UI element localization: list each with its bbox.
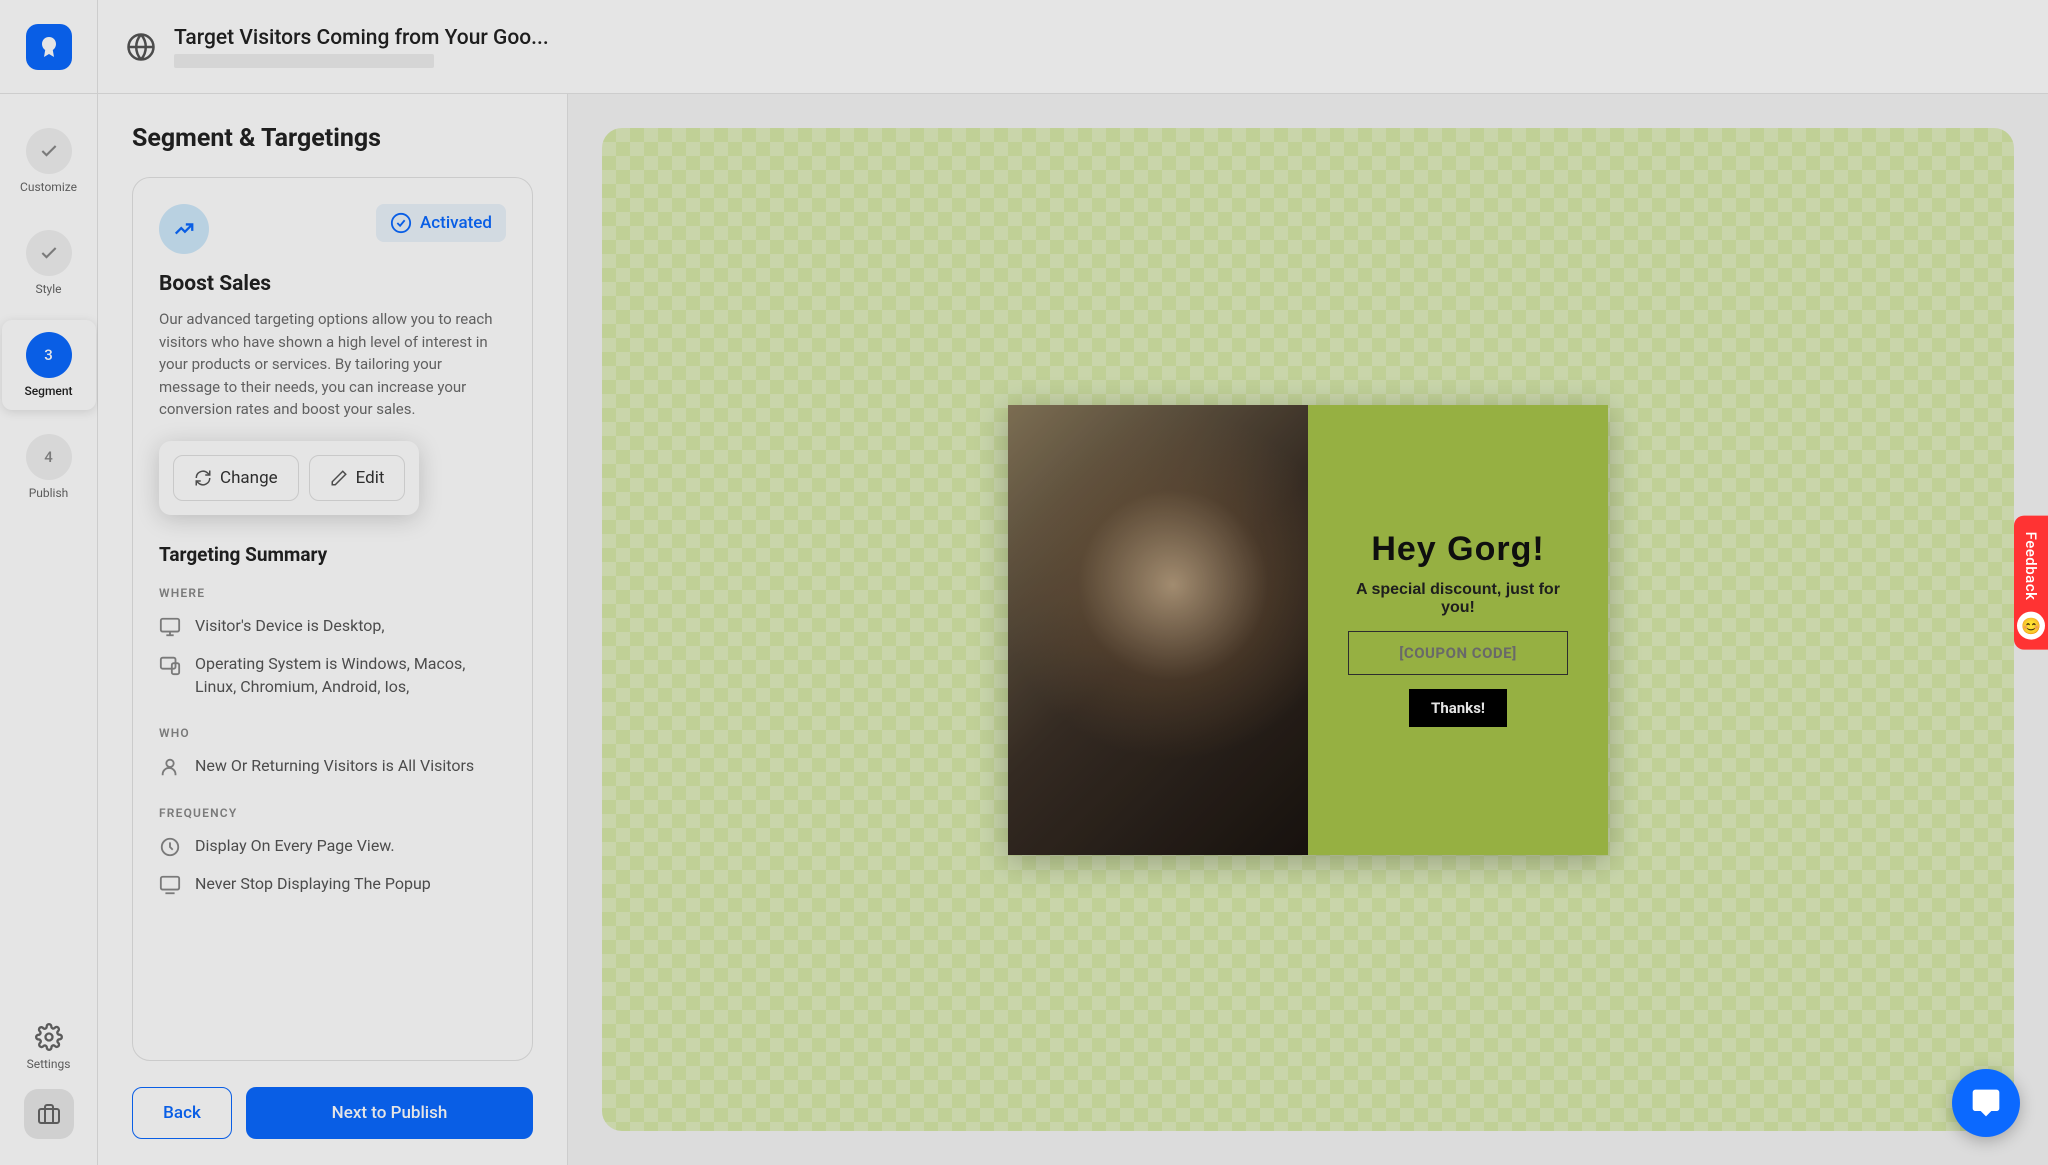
nav-step-segment[interactable]: 3 Segment	[2, 320, 96, 410]
back-button[interactable]: Back	[132, 1087, 232, 1139]
popup-image	[1008, 405, 1308, 855]
panel-title: Segment & Targetings	[132, 124, 533, 153]
check-icon	[39, 141, 59, 161]
card-desc: Our advanced targeting options allow you…	[159, 308, 506, 421]
gear-icon[interactable]	[35, 1023, 63, 1051]
chat-icon	[1970, 1087, 2002, 1119]
where-row: Operating System is Windows, Macos, Linu…	[159, 652, 506, 698]
card-title: Boost Sales	[159, 272, 506, 296]
feedback-emoji-icon: 😊	[2017, 612, 2045, 640]
trend-chip	[159, 204, 209, 254]
briefcase-button[interactable]	[24, 1089, 74, 1139]
preview-area: Hey Gorg! A special discount, just for y…	[568, 94, 2048, 1165]
where-label: WHERE	[159, 586, 506, 600]
feedback-tab[interactable]: Feedback 😊	[2014, 515, 2048, 650]
page-title: Target Visitors Coming from Your Goo...	[174, 26, 549, 50]
nav-rail: Customize Style 3 Segment 4 Publish Sett…	[0, 94, 98, 1165]
next-button[interactable]: Next to Publish	[246, 1087, 533, 1139]
briefcase-icon	[37, 1102, 61, 1126]
display-icon	[159, 874, 181, 896]
coupon-input[interactable]	[1348, 631, 1568, 675]
devices-icon	[159, 654, 181, 676]
frequency-label: FREQUENCY	[159, 806, 506, 820]
activated-badge: Activated	[376, 204, 506, 242]
segment-panel: Segment & Targetings Activated Boost Sal…	[98, 94, 568, 1165]
who-label: WHO	[159, 726, 506, 740]
top-header: Target Visitors Coming from Your Goo...	[0, 0, 2048, 94]
check-icon	[39, 243, 59, 263]
trending-up-icon	[173, 218, 195, 240]
frequency-row: Display On Every Page View.	[159, 834, 506, 858]
summary-title: Targeting Summary	[159, 543, 506, 566]
who-row: New Or Returning Visitors is All Visitor…	[159, 754, 506, 778]
popup-preview: Hey Gorg! A special discount, just for y…	[1008, 405, 1608, 855]
nav-step-publish[interactable]: 4 Publish	[2, 422, 96, 512]
check-circle-icon	[390, 212, 412, 234]
action-popover: Change Edit	[159, 441, 419, 515]
refresh-icon	[194, 469, 212, 487]
monitor-icon	[159, 616, 181, 638]
segment-card: Activated Boost Sales Our advanced targe…	[132, 177, 533, 1061]
page-subtitle-placeholder	[174, 54, 434, 68]
settings-label: Settings	[27, 1057, 71, 1071]
nav-step-customize[interactable]: Customize	[2, 116, 96, 206]
where-row: Visitor's Device is Desktop,	[159, 614, 506, 638]
popup-subheading: A special discount, just for you!	[1338, 581, 1578, 617]
preview-canvas: Hey Gorg! A special discount, just for y…	[602, 128, 2014, 1131]
app-logo[interactable]	[0, 0, 98, 94]
chat-fab[interactable]	[1952, 1069, 2020, 1137]
change-button[interactable]: Change	[173, 455, 299, 501]
user-icon	[159, 756, 181, 778]
globe-icon	[126, 32, 156, 62]
popup-heading: Hey Gorg!	[1371, 532, 1544, 568]
edit-button[interactable]: Edit	[309, 455, 406, 501]
frequency-row: Never Stop Displaying The Popup	[159, 872, 506, 896]
logo-icon	[37, 35, 61, 59]
nav-step-style[interactable]: Style	[2, 218, 96, 308]
history-icon	[159, 836, 181, 858]
pencil-icon	[330, 469, 348, 487]
thanks-button[interactable]: Thanks!	[1409, 689, 1507, 727]
